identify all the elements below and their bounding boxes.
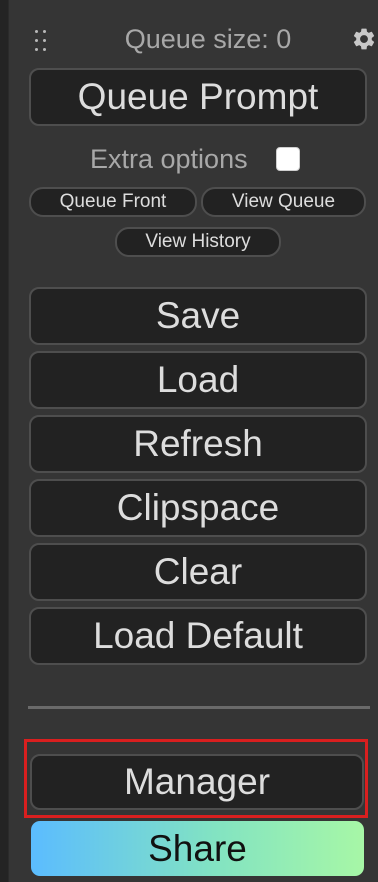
gear-icon[interactable] [351, 26, 377, 52]
clipspace-button[interactable]: Clipspace [29, 479, 367, 537]
view-queue-button[interactable]: View Queue [201, 187, 366, 217]
drag-handle-icon[interactable] [33, 28, 49, 54]
extra-options-row: Extra options [80, 142, 320, 176]
view-history-button[interactable]: View History [115, 227, 281, 257]
clear-button[interactable]: Clear [29, 543, 367, 601]
queue-front-button[interactable]: Queue Front [29, 187, 197, 217]
load-default-button[interactable]: Load Default [29, 607, 367, 665]
queue-size-label: Queue size: 0 [124, 24, 292, 54]
manager-highlight-box [24, 739, 368, 818]
extra-options-checkbox[interactable] [276, 147, 300, 171]
share-button[interactable]: Share [31, 821, 364, 876]
queue-prompt-button[interactable]: Queue Prompt [29, 68, 367, 126]
save-button[interactable]: Save [29, 287, 367, 345]
extra-options-label: Extra options [90, 144, 248, 174]
menu-divider [28, 706, 370, 709]
refresh-button[interactable]: Refresh [29, 415, 367, 473]
load-button[interactable]: Load [29, 351, 367, 409]
